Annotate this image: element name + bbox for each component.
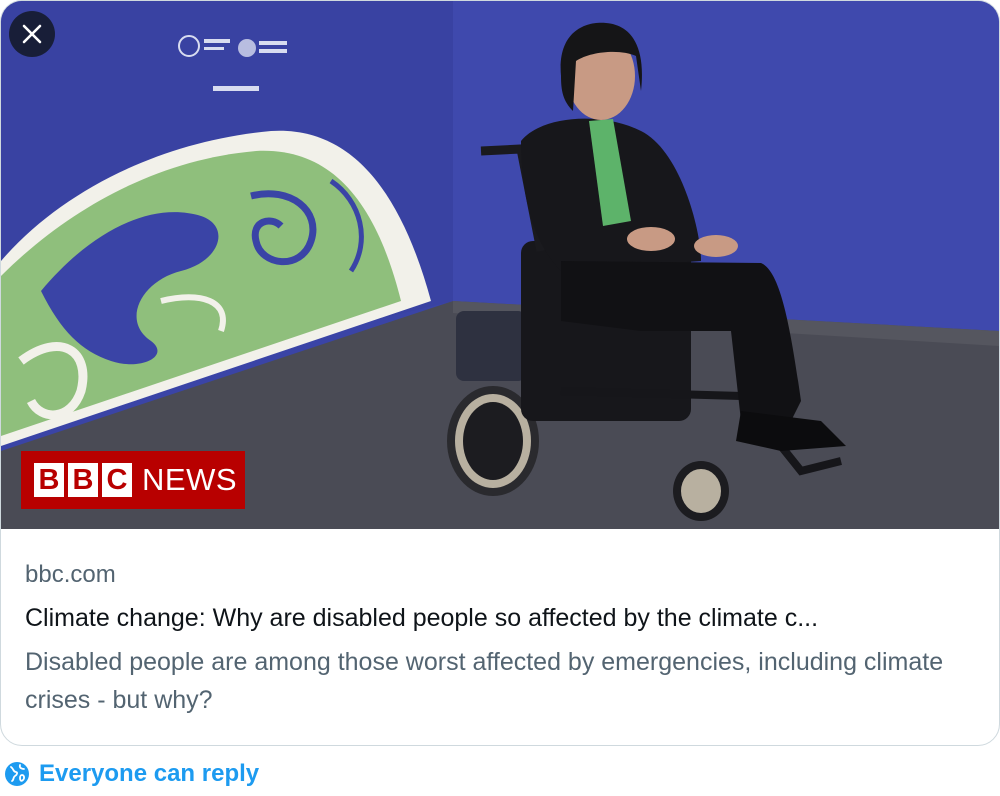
logo-letter-b2: B: [68, 463, 98, 497]
bbc-news-logo: B B C NEWS: [21, 451, 245, 509]
card-details[interactable]: bbc.com Climate change: Why are disabled…: [25, 559, 985, 719]
close-button[interactable]: [9, 11, 55, 57]
globe-icon: [5, 762, 29, 786]
reply-settings[interactable]: Everyone can reply: [4, 760, 259, 788]
link-description: Disabled people are among those worst af…: [25, 648, 944, 714]
link-preview-card[interactable]: B B C NEWS bbc.com Climate change: Why a…: [0, 0, 1000, 746]
logo-word-news: NEWS: [142, 462, 237, 497]
article-image[interactable]: B B C NEWS: [1, 1, 999, 529]
logo-letter-c: C: [102, 463, 132, 497]
logo-letter-b1: B: [34, 463, 64, 497]
article-photo: [1, 1, 999, 529]
link-domain: bbc.com: [25, 561, 116, 588]
close-icon: [22, 24, 42, 44]
link-headline[interactable]: Climate change: Why are disabled people …: [25, 601, 977, 635]
reply-settings-label: Everyone can reply: [39, 760, 260, 787]
